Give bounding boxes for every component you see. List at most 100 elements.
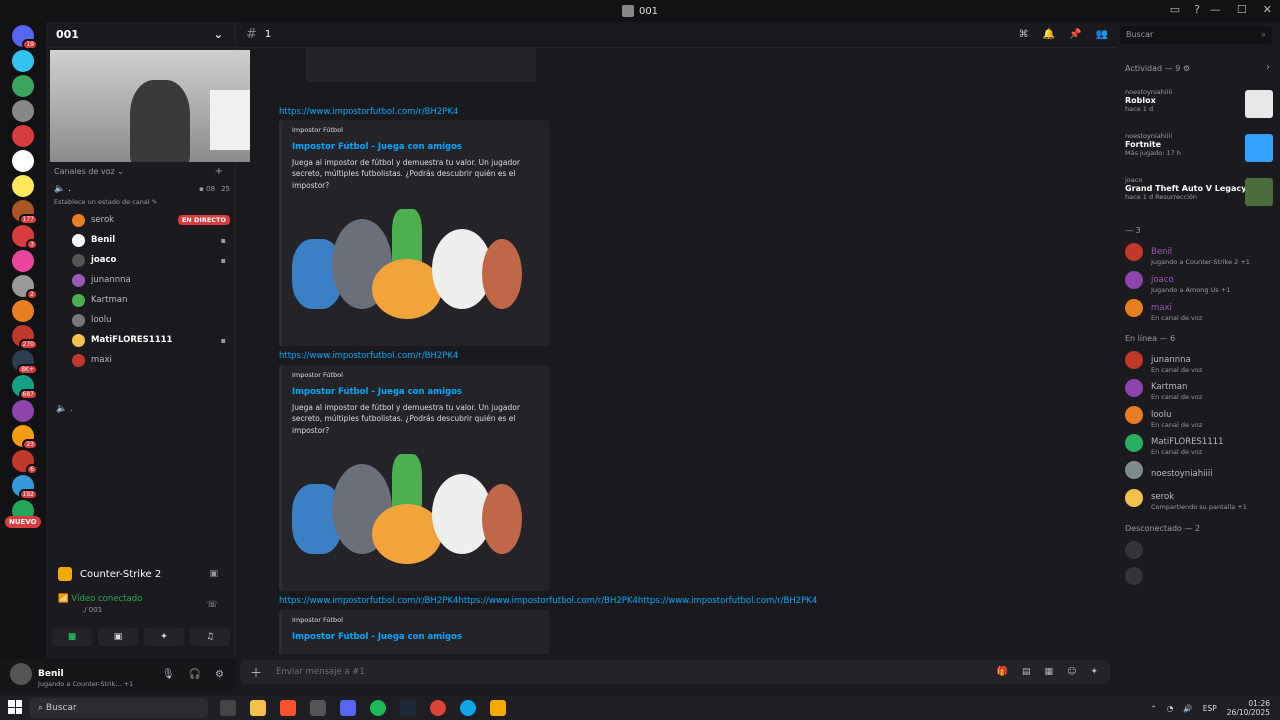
message-link[interactable]: https://www.impostorfutbol.com/r/BH2PK4 xyxy=(279,351,458,361)
calculator-icon[interactable] xyxy=(310,700,326,716)
screen-share-button[interactable]: ▣ xyxy=(98,628,138,646)
voice-member[interactable]: Benil ▪ xyxy=(72,232,230,248)
camera-button[interactable]: ■ xyxy=(52,628,92,646)
camera-stream[interactable] xyxy=(50,50,250,162)
server-icon[interactable] xyxy=(12,150,34,172)
close-button[interactable]: ✕ xyxy=(1263,3,1272,16)
embed-image[interactable] xyxy=(292,208,522,329)
embed-image[interactable] xyxy=(292,453,522,574)
sticker-icon[interactable]: ▦ xyxy=(1045,667,1054,677)
server-icon[interactable] xyxy=(12,250,34,272)
plus-icon[interactable]: ＋ xyxy=(250,664,262,681)
emoji-icon[interactable]: ☺ xyxy=(1067,667,1076,677)
gif-icon[interactable]: ▤ xyxy=(1022,667,1031,677)
voice-channel[interactable]: 🔈 . ▪ 08 25 xyxy=(54,184,230,194)
activity-card[interactable]: noestoyniahiiii Fortnite Más jugado: 17 h xyxy=(1125,132,1273,168)
server-icon[interactable] xyxy=(12,175,34,197)
member-item[interactable]: MatiFLORES1111 En canal de voz xyxy=(1125,431,1275,456)
chevron-down-icon[interactable]: ⌄ xyxy=(214,28,223,41)
discord-icon[interactable] xyxy=(340,700,356,716)
member-item[interactable]: Kartman En canal de voz xyxy=(1125,376,1275,401)
windows-start-icon[interactable] xyxy=(8,700,22,714)
member-item[interactable]: serok Compartiendo su pantalla +1 xyxy=(1125,486,1275,511)
activities-button[interactable]: ✦ xyxy=(144,628,184,646)
voice-member[interactable]: MatiFLORES1111 ▪ xyxy=(72,332,230,348)
wifi-icon[interactable]: ◔ xyxy=(1167,704,1174,713)
voice-member[interactable]: serok EN DIRECTO xyxy=(72,212,230,228)
apps-icon[interactable]: ✦ xyxy=(1090,667,1098,677)
embed-title[interactable]: Impostor Fútbol - Juega con amigos xyxy=(292,142,539,152)
server-icon[interactable]: 270 xyxy=(12,325,38,350)
avatar[interactable] xyxy=(10,663,32,685)
channel-status-hint[interactable]: Establece un estado de canal ✎ xyxy=(54,198,157,206)
server-icon[interactable]: 2 xyxy=(12,275,38,300)
message-link[interactable]: https://www.impostorfutbol.com/r/BH2PK4 xyxy=(279,107,458,117)
bell-icon[interactable]: 🔔 xyxy=(1043,29,1055,40)
voice-member[interactable]: junannna xyxy=(72,272,230,288)
activity-card[interactable]: joaco Grand Theft Auto V Legacy hace 1 d R… xyxy=(1125,176,1273,212)
clock[interactable]: 01:26 26/10/2025 xyxy=(1227,699,1270,717)
server-icon[interactable]: 19 xyxy=(12,25,38,50)
voice-member[interactable]: loolu xyxy=(72,312,230,328)
server-icon[interactable]: 6 xyxy=(12,450,38,475)
member-item[interactable]: junannna En canal de voz xyxy=(1125,348,1275,374)
message-input[interactable]: ＋ Enviar mensaje a #1 🎁 ▤ ▦ ☺ ✦ xyxy=(240,660,1110,684)
offline-member[interactable] xyxy=(1125,564,1275,588)
member-item[interactable]: noestoyniahiiii xyxy=(1125,458,1275,482)
voice-category[interactable]: Canales de voz ⌄ xyxy=(54,167,124,176)
add-channel-icon[interactable]: + xyxy=(215,166,223,177)
member-item[interactable]: maxi En canal de voz xyxy=(1125,296,1275,322)
server-icon[interactable] xyxy=(12,400,34,422)
server-icon[interactable]: 3 xyxy=(12,225,38,250)
spotify-icon[interactable] xyxy=(370,700,386,716)
chevron-up-icon[interactable]: ⌃ xyxy=(1151,704,1157,713)
gear-icon[interactable]: ⚙ xyxy=(215,669,224,680)
voice-member[interactable]: maxi xyxy=(72,352,230,368)
edge-icon[interactable] xyxy=(460,700,476,716)
server-icon[interactable] xyxy=(12,100,34,122)
voice-channel-2[interactable]: 🔈 . xyxy=(56,404,73,414)
chevron-right-icon[interactable]: › xyxy=(1266,62,1270,73)
gift-icon[interactable]: 🎁 xyxy=(997,667,1008,677)
task-view-icon[interactable] xyxy=(220,700,236,716)
maximize-button[interactable]: ☐ xyxy=(1237,3,1247,16)
app-icon[interactable] xyxy=(490,700,506,716)
screen-icon[interactable]: ▣ xyxy=(209,569,218,579)
search-input[interactable]: Buscar ⌕ xyxy=(1120,26,1272,44)
voice-member[interactable]: joaco ▪ xyxy=(72,252,230,268)
server-icon[interactable]: 23 xyxy=(12,425,38,450)
server-icon[interactable]: 8K+ xyxy=(12,350,38,375)
file-explorer-icon[interactable] xyxy=(250,700,266,716)
threads-icon[interactable]: ⌘ xyxy=(1019,29,1029,40)
pin-icon[interactable]: 📌 xyxy=(1069,29,1081,40)
chrome-icon[interactable] xyxy=(430,700,446,716)
member-item[interactable]: Benil Jugando a Counter-Strike 2 +1 xyxy=(1125,240,1275,266)
voice-member[interactable]: Kartman xyxy=(72,292,230,308)
soundboard-button[interactable]: ♫ xyxy=(190,628,230,646)
member-item[interactable]: loolu En canal de voz xyxy=(1125,403,1275,429)
help-icon[interactable]: ? xyxy=(1194,3,1200,16)
minimize-button[interactable]: — xyxy=(1210,3,1221,16)
headphones-icon[interactable]: 🎧 xyxy=(189,669,201,680)
steam-icon[interactable] xyxy=(400,700,416,716)
members-icon[interactable]: 👥 xyxy=(1096,29,1108,40)
offline-member[interactable] xyxy=(1125,538,1275,562)
embed-title[interactable]: Impostor Fútbol - Juega con amigos xyxy=(292,387,539,397)
member-item[interactable]: joaco Jugando a Among Us +1 xyxy=(1125,268,1275,294)
server-icon[interactable] xyxy=(12,50,34,72)
brave-icon[interactable] xyxy=(280,700,296,716)
inbox-icon[interactable]: ▭ xyxy=(1170,3,1180,16)
volume-icon[interactable]: 🔊 xyxy=(1183,704,1192,713)
mic-icon[interactable]: 🎙 xyxy=(162,669,175,680)
game-activity[interactable]: Counter-Strike 2 ▣ xyxy=(46,562,230,586)
taskbar-search[interactable]: ⌕ Buscar xyxy=(30,698,208,718)
server-icon[interactable] xyxy=(12,75,34,97)
embed-title[interactable]: Impostor Fútbol - Juega con amigos xyxy=(292,632,539,642)
server-icon[interactable]: 687 xyxy=(12,375,38,400)
server-icon[interactable] xyxy=(12,125,34,147)
server-icon[interactable] xyxy=(12,300,34,322)
activity-card[interactable]: noestoyniahiiii Roblox hace 1 d xyxy=(1125,88,1273,124)
server-icon[interactable]: 192 xyxy=(12,475,38,500)
message-link[interactable]: https://www.impostorfutbol.com/r/BH2PK4h… xyxy=(279,596,817,606)
server-icon[interactable]: 177 xyxy=(12,200,38,225)
